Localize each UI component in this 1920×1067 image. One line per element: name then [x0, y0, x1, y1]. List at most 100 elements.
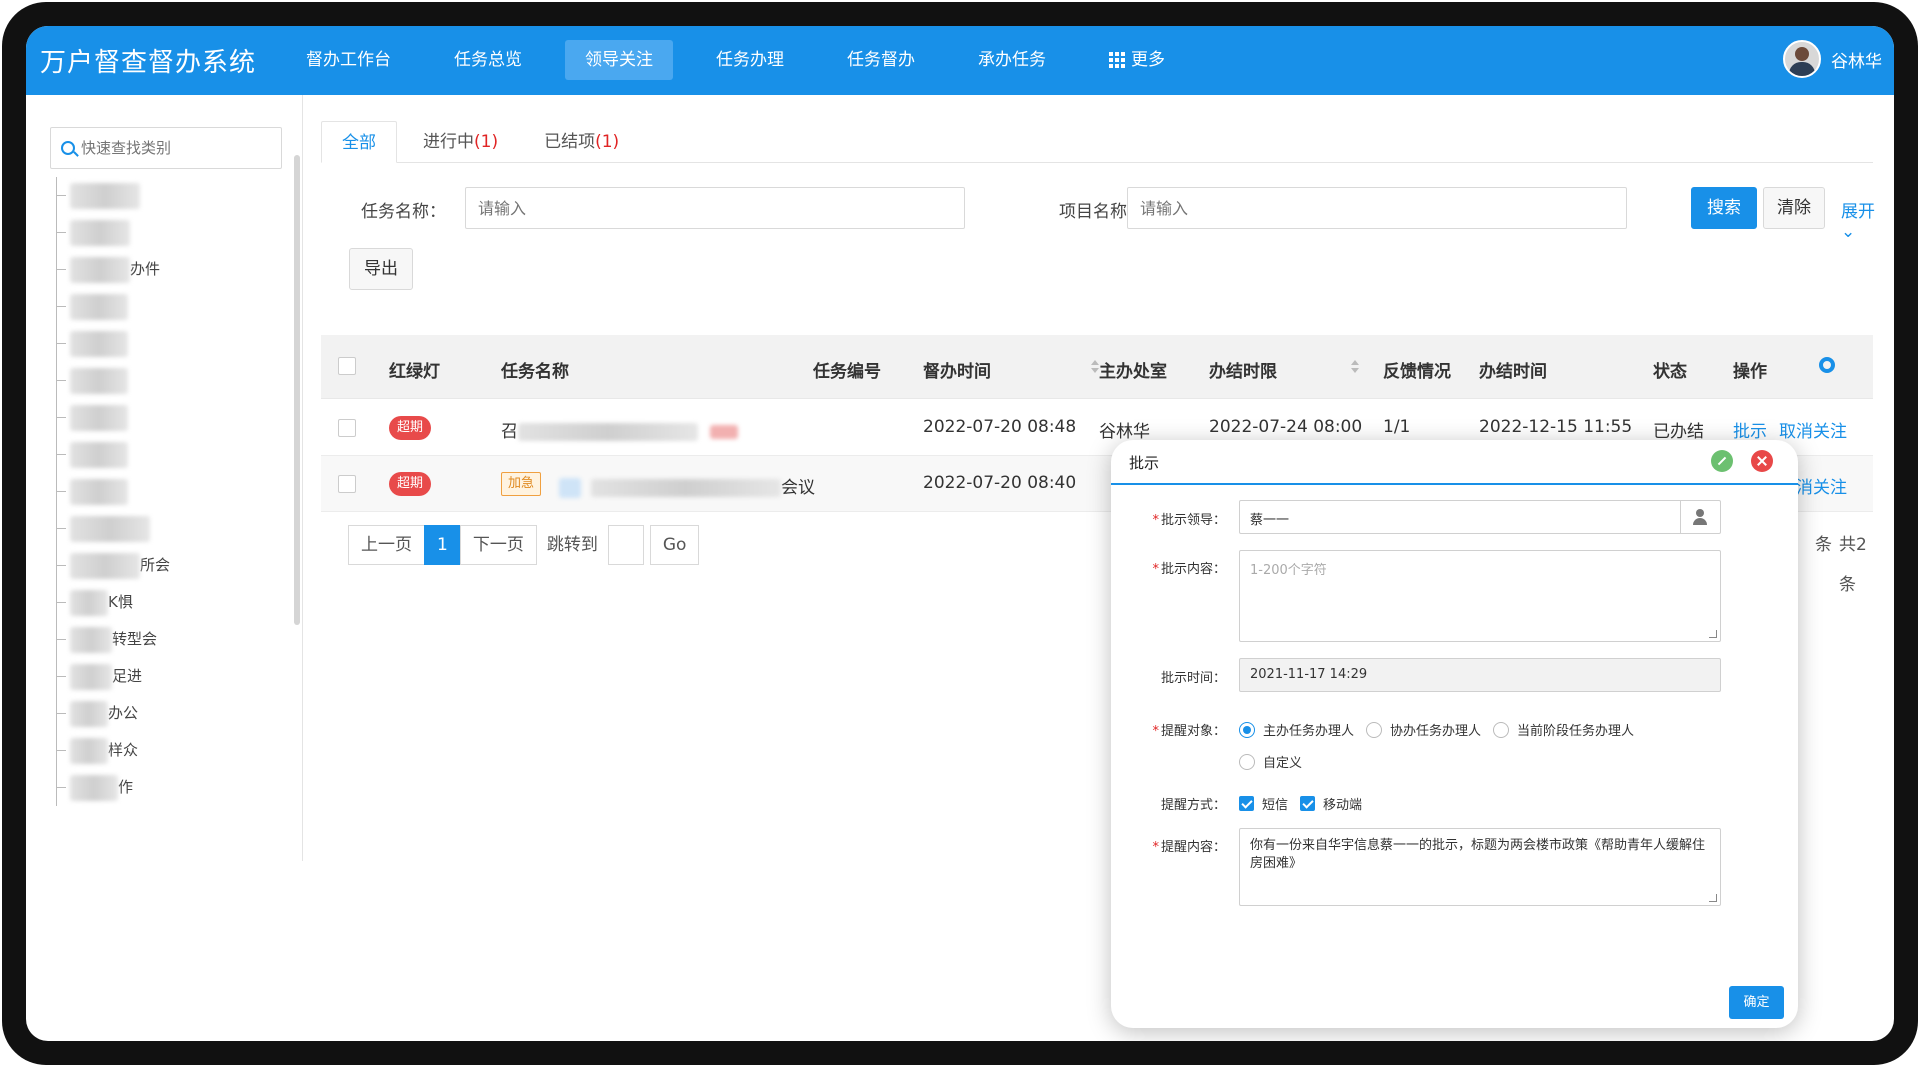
tree-item[interactable] [56, 214, 286, 251]
nav-more-label: 更多 [1131, 50, 1165, 70]
select-all-checkbox[interactable] [338, 357, 356, 375]
redacted-text [518, 423, 698, 441]
radio-co-handler[interactable]: 协办任务办理人 [1366, 720, 1481, 739]
nav-item-undertake-tasks[interactable]: 承办任务 [958, 40, 1066, 80]
remind-textarea[interactable]: 你有一份来自华宇信息蔡一一的批示，标题为两会楼市政策《帮助青年人缓解住房困难》 [1239, 828, 1721, 906]
radio-current-handler[interactable]: 当前阶段任务办理人 [1493, 720, 1634, 739]
go-button[interactable]: Go [649, 525, 700, 565]
tab-in-progress[interactable]: 进行中(1) [403, 121, 518, 163]
checkbox-sms[interactable]: 短信 [1239, 794, 1288, 813]
user-menu[interactable]: 谷林华 [1783, 40, 1882, 78]
tree-item[interactable]: 转型会 [56, 621, 286, 658]
sidebar-scrollbar[interactable] [294, 155, 300, 625]
nav-item-task-overview[interactable]: 任务总览 [434, 40, 542, 80]
col-dept: 主办处室 [1099, 362, 1167, 382]
redacted-text [70, 256, 130, 283]
clear-button[interactable]: 清除 [1763, 187, 1825, 229]
nav-item-task-handling[interactable]: 任务办理 [696, 40, 804, 80]
task-name-cell[interactable]: 会议 [559, 473, 815, 498]
user-picker-icon[interactable] [1680, 501, 1720, 533]
redacted-text [70, 330, 128, 357]
task-name-cell[interactable]: 召 [501, 417, 738, 442]
radio-main-handler[interactable]: 主办任务办理人 [1239, 720, 1354, 739]
tree-item[interactable] [56, 510, 286, 547]
redacted-text [70, 552, 140, 579]
tab-all[interactable]: 全部 [321, 121, 397, 163]
export-button[interactable]: 导出 [349, 248, 413, 290]
close-icon[interactable] [1751, 450, 1773, 472]
radio-button[interactable] [1239, 753, 1255, 770]
next-page-button[interactable]: 下一页 [459, 525, 537, 565]
row-checkbox[interactable] [338, 475, 356, 493]
status-badge: 超期 [389, 472, 432, 496]
resize-handle[interactable] [1709, 630, 1717, 638]
tree-item[interactable]: K惧 [56, 584, 286, 621]
leader-label: * 批示领导： [1152, 513, 1226, 528]
search-button[interactable]: 搜索 [1691, 187, 1757, 229]
redacted-text [70, 589, 108, 616]
leader-value: 蔡一一 [1250, 513, 1290, 528]
redacted-text [70, 219, 130, 246]
leader-field[interactable]: 蔡一一 [1239, 500, 1721, 534]
tree-item[interactable] [56, 177, 286, 214]
time-label: 批示时间： [1160, 671, 1226, 686]
dept-cell: 谷林华 [1099, 422, 1150, 442]
col-deadline[interactable]: 办结时限 [1209, 357, 1277, 382]
gear-icon[interactable] [1819, 357, 1835, 373]
checkbox-checked[interactable] [1300, 796, 1316, 811]
content-textarea[interactable]: 1-200个字符 [1239, 550, 1721, 642]
tree-item[interactable]: 样众 [56, 732, 286, 769]
expand-toggle[interactable]: 展开 ⌄ [1841, 197, 1881, 242]
tree-item[interactable] [56, 436, 286, 473]
task-name-input[interactable] [465, 187, 965, 229]
redacted-text [591, 479, 781, 497]
col-supervise-time[interactable]: 督办时间 [923, 357, 991, 382]
nav-item-workbench[interactable]: 督办工作台 [286, 40, 411, 80]
tree-item[interactable] [56, 399, 286, 436]
resize-handle[interactable] [1709, 894, 1717, 902]
current-page[interactable]: 1 [424, 525, 461, 565]
table-header: 红绿灯 任务名称 任务编号 督办时间 主办处室 办结时限 反馈情况 办结时间 状… [321, 335, 1873, 399]
radio-button[interactable] [1239, 721, 1255, 738]
tree-item[interactable]: 作 [56, 769, 286, 806]
unfollow-link[interactable]: 取消关注 [1779, 417, 1847, 442]
redacted-text [70, 182, 140, 209]
tree-item[interactable] [56, 288, 286, 325]
row-checkbox[interactable] [338, 419, 356, 437]
finish-time-cell: 2022-12-15 11:55 [1479, 417, 1633, 437]
tree-item[interactable]: 办公 [56, 695, 286, 732]
tree-item[interactable]: 足进 [56, 658, 286, 695]
tree-item[interactable] [56, 325, 286, 362]
radio-button[interactable] [1493, 721, 1510, 738]
restore-icon[interactable] [1711, 450, 1733, 472]
nav-item-leader-focus[interactable]: 领导关注 [565, 40, 673, 80]
category-tree: 办件 所会 K惧 转型会 足进 办公 样众 作 [56, 177, 286, 806]
task-name-label: 任务名称： [361, 202, 446, 222]
col-task-name: 任务名称 [501, 362, 569, 382]
nav-item-more[interactable]: 更多 [1089, 40, 1185, 80]
prev-page-button[interactable]: 上一页 [348, 525, 425, 565]
method-label: 提醒方式： [1160, 798, 1226, 813]
instruct-link[interactable]: 批示 [1733, 417, 1767, 442]
tab-count: (1) [474, 132, 499, 152]
category-search-input[interactable] [81, 139, 271, 157]
jump-page-input[interactable] [607, 525, 644, 565]
project-name-input[interactable] [1127, 187, 1627, 229]
feedback-cell: 1/1 [1383, 417, 1411, 437]
supervise-time-cell: 2022-07-20 08:48 [923, 417, 1077, 437]
col-status: 状态 [1653, 362, 1687, 382]
tree-item[interactable]: 所会 [56, 547, 286, 584]
tree-item[interactable]: 办件 [56, 251, 286, 288]
radio-custom[interactable]: 自定义 [1239, 752, 1302, 771]
tab-closed[interactable]: 已结项(1) [524, 121, 639, 163]
tree-item[interactable] [56, 362, 286, 399]
checkbox-mobile[interactable]: 移动端 [1300, 794, 1362, 813]
tab-count: (1) [595, 132, 620, 152]
confirm-button[interactable]: 确定 [1729, 986, 1784, 1019]
redacted-text [70, 515, 150, 542]
target-options-2: 自定义 [1239, 752, 1314, 771]
tree-item[interactable] [56, 473, 286, 510]
radio-button[interactable] [1366, 721, 1383, 738]
checkbox-checked[interactable] [1239, 796, 1254, 811]
nav-item-task-supervision[interactable]: 任务督办 [827, 40, 935, 80]
